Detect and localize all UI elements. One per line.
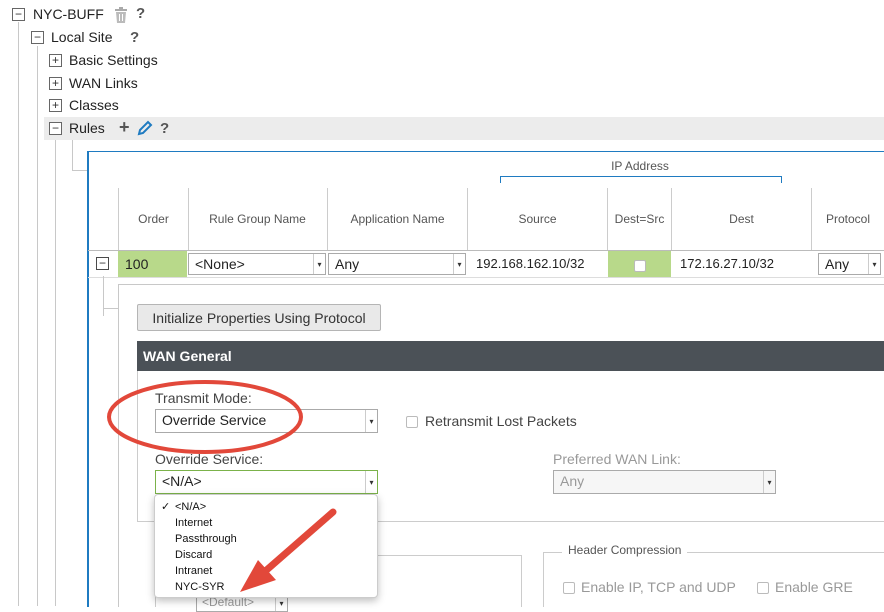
dest-value: 172.16.27.10/32 xyxy=(680,256,774,271)
enable-gre-checkbox[interactable] xyxy=(757,582,769,594)
override-service-label: Override Service: xyxy=(155,451,264,467)
tree-root-label[interactable]: NYC-BUFF xyxy=(33,6,104,22)
source-value: 192.168.162.10/32 xyxy=(476,256,585,271)
transmit-mode-label: Transmit Mode: xyxy=(155,390,252,406)
dropdown-option-label: Passthrough xyxy=(175,533,237,545)
help-icon[interactable]: ? xyxy=(130,29,139,46)
application-value: Any xyxy=(335,256,360,272)
tree-item-basic-settings[interactable]: Basic Settings xyxy=(69,52,158,68)
enable-gre-label[interactable]: Enable GRE xyxy=(775,579,853,595)
collapse-toggle-icon[interactable]: − xyxy=(31,31,44,44)
retransmit-checkbox[interactable] xyxy=(406,416,418,428)
dest-equals-src-cell xyxy=(608,251,671,277)
dropdown-option[interactable]: ✓ <N/A> xyxy=(155,499,377,515)
dest-equals-src-checkbox[interactable] xyxy=(633,260,646,272)
transmit-mode-value: Override Service xyxy=(162,412,267,428)
retransmit-label[interactable]: Retransmit Lost Packets xyxy=(425,413,577,429)
application-select[interactable]: Any ▾ xyxy=(328,253,466,275)
transmit-mode-select[interactable]: Override Service ▾ xyxy=(155,409,378,433)
dropdown-option-label: Intranet xyxy=(175,565,213,577)
dropdown-option-label: <N/A> xyxy=(175,501,207,513)
enable-ip-tcp-udp-label[interactable]: Enable IP, TCP and UDP xyxy=(581,579,736,595)
tree-item-rules[interactable]: Rules xyxy=(69,120,105,136)
dropdown-arrow-icon: ▾ xyxy=(365,410,377,432)
source-cell[interactable]: 192.168.162.10/32 xyxy=(468,251,607,277)
header-compression-label: Header Compression xyxy=(562,543,688,557)
preferred-wan-link-value: Any xyxy=(560,473,585,489)
dropdown-arrow-icon: ▾ xyxy=(453,254,465,274)
dropdown-option-label: NYC-SYR xyxy=(175,581,225,593)
help-icon[interactable]: ? xyxy=(160,120,169,137)
dest-cell[interactable]: 172.16.27.10/32 xyxy=(672,251,811,277)
rule-group-value: <None> xyxy=(195,256,245,272)
trash-icon[interactable] xyxy=(114,7,128,23)
dropdown-arrow-icon: ▾ xyxy=(868,254,880,274)
enable-ip-tcp-udp-checkbox[interactable] xyxy=(563,582,575,594)
collapse-toggle-icon[interactable]: − xyxy=(12,8,25,21)
tree-guide-line xyxy=(18,22,19,606)
header-dest[interactable]: Dest xyxy=(672,188,812,250)
edit-pencil-icon[interactable] xyxy=(137,120,153,136)
dropdown-option-label: Internet xyxy=(175,517,213,529)
ip-address-group-header: IP Address xyxy=(611,159,669,173)
header-rule-group-name[interactable]: Rule Group Name xyxy=(188,188,328,250)
dropdown-option-label: Discard xyxy=(175,549,213,561)
dropdown-option[interactable]: Internet xyxy=(155,515,377,531)
dropdown-arrow-icon: ▾ xyxy=(313,254,325,274)
expand-toggle-icon[interactable]: + xyxy=(49,54,62,67)
header-source[interactable]: Source xyxy=(468,188,608,250)
row-detail-line xyxy=(103,276,104,316)
tree-guide-line xyxy=(72,170,88,171)
section-title: WAN General xyxy=(143,348,232,364)
preferred-wan-link-label: Preferred WAN Link: xyxy=(553,451,681,467)
header-order[interactable]: Order xyxy=(118,188,189,250)
expand-toggle-icon[interactable]: + xyxy=(49,99,62,112)
override-service-value: <N/A> xyxy=(162,473,202,489)
rules-row-highlight xyxy=(44,117,884,140)
dropdown-option[interactable]: Intranet xyxy=(155,563,377,579)
dropdown-option[interactable]: NYC-SYR xyxy=(155,579,377,595)
dropdown-option[interactable]: Passthrough xyxy=(155,531,377,547)
protocol-value: Any xyxy=(825,256,850,272)
help-icon[interactable]: ? xyxy=(136,5,145,22)
header-application-name[interactable]: Application Name xyxy=(328,188,468,250)
wan-general-section-bar: WAN General xyxy=(137,341,884,371)
ip-address-bracket xyxy=(500,176,782,183)
row-detail-line xyxy=(103,308,118,309)
collapse-toggle-icon[interactable]: − xyxy=(49,122,62,135)
order-value[interactable]: 100 xyxy=(125,256,148,272)
preferred-wan-link-select[interactable]: Any ▾ xyxy=(553,470,776,494)
rule-group-select[interactable]: <None> ▾ xyxy=(188,253,326,275)
table-row: − 100 <None> ▾ Any ▾ 192.168.162.10/32 1… xyxy=(88,250,884,278)
header-protocol[interactable]: Protocol xyxy=(812,188,884,250)
tree-item-classes[interactable]: Classes xyxy=(69,97,119,113)
collapse-row-icon[interactable]: − xyxy=(96,257,109,270)
checkmark-icon: ✓ xyxy=(161,501,171,513)
initialize-properties-button[interactable]: Initialize Properties Using Protocol xyxy=(137,304,381,331)
override-service-select[interactable]: <N/A> ▾ xyxy=(155,470,378,494)
header-dest-equals-src[interactable]: Dest=Src xyxy=(608,188,672,250)
tree-guide-line xyxy=(55,140,56,606)
expand-toggle-icon[interactable]: + xyxy=(49,77,62,90)
tree-item-wan-links[interactable]: WAN Links xyxy=(69,75,138,91)
tree-guide-line xyxy=(72,140,73,170)
dropdown-arrow-icon: ▾ xyxy=(365,471,377,493)
dropdown-arrow-icon: ▾ xyxy=(763,471,775,493)
protocol-select[interactable]: Any ▾ xyxy=(818,253,881,275)
dropdown-option[interactable]: Discard xyxy=(155,547,377,563)
tree-site-label[interactable]: Local Site xyxy=(51,29,112,45)
tree-guide-line xyxy=(37,46,38,606)
override-service-dropdown-list: ✓ <N/A> Internet Passthrough Discard Int… xyxy=(154,494,378,598)
add-icon[interactable]: + xyxy=(119,117,130,138)
